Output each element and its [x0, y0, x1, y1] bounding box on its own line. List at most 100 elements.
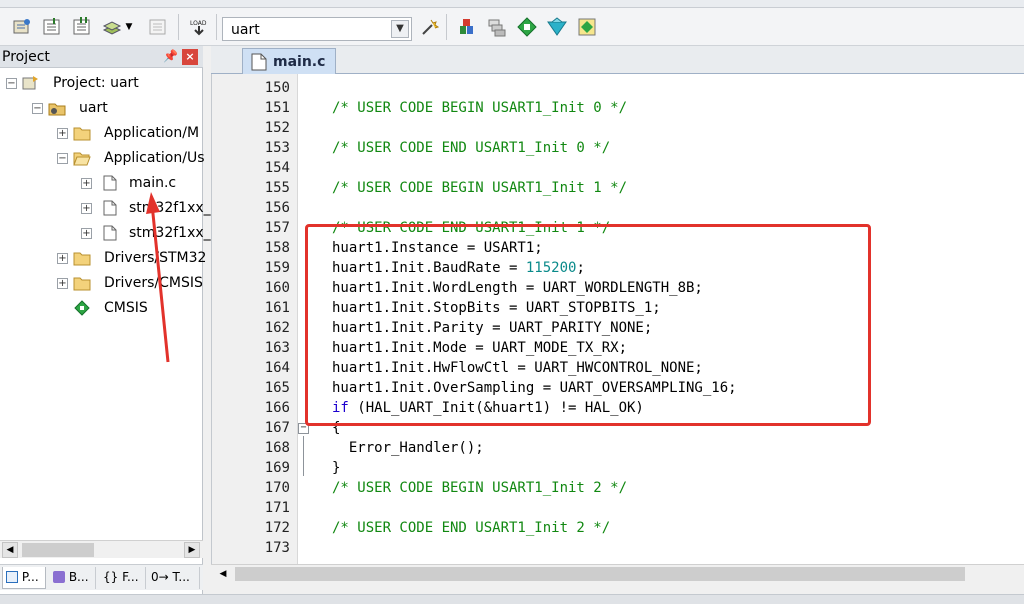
folder-icon	[73, 250, 91, 266]
code-text: Error_Handler();	[332, 440, 484, 456]
highlight-box	[305, 224, 871, 426]
close-icon[interactable]: ×	[182, 49, 198, 65]
file-extensions-icon[interactable]	[455, 15, 479, 39]
pack-manager-icon[interactable]	[575, 15, 599, 39]
tree-item[interactable]: + stm32f1xx_	[0, 198, 211, 220]
tree-item[interactable]: + Drivers/CMSIS	[0, 273, 203, 295]
folder-icon	[73, 275, 91, 291]
tree-item-label: main.c	[129, 175, 177, 191]
run-time-environment-icon[interactable]	[515, 15, 539, 39]
file-icon	[101, 175, 119, 191]
folder-open-icon	[73, 150, 91, 166]
code-line[interactable]: 153 /* USER CODE END USART1_Init 0 */	[212, 138, 1024, 158]
pin-icon[interactable]: 📌	[163, 49, 178, 63]
line-number: 170	[264, 480, 290, 496]
collapse-icon[interactable]: −	[32, 103, 43, 114]
tree-item[interactable]: − Application/Us	[0, 148, 204, 170]
code-line[interactable]: 172 /* USER CODE END USART1_Init 2 */	[212, 518, 1024, 538]
panel-tabs: P... B... {} F... 0→ T...	[0, 564, 203, 590]
line-number: 166	[264, 400, 290, 416]
code-line[interactable]: 171	[212, 498, 1024, 518]
svg-text:LOAD: LOAD	[190, 20, 207, 27]
stop-build-icon[interactable]	[146, 15, 170, 39]
line-number: 169	[264, 460, 290, 476]
scroll-thumb[interactable]	[22, 543, 94, 557]
options-for-target-icon[interactable]	[418, 15, 442, 39]
editor-horizontal-scrollbar[interactable]: ◀	[211, 564, 1024, 582]
code-line[interactable]: 168 Error_Handler();	[212, 438, 1024, 458]
expand-icon[interactable]: +	[81, 178, 92, 189]
line-number: 151	[264, 100, 290, 116]
code-line[interactable]: 151 /* USER CODE BEGIN USART1_Init 0 */	[212, 98, 1024, 118]
expand-icon[interactable]: +	[57, 278, 68, 289]
status-bar	[0, 594, 1024, 604]
tree-item[interactable]: + Application/M	[0, 123, 203, 145]
line-number: 153	[264, 140, 290, 156]
rebuild-icon[interactable]	[70, 15, 94, 39]
editor-tab-strip: main.c	[211, 46, 1024, 74]
line-number: 163	[264, 340, 290, 356]
tree-item[interactable]: + main.c	[0, 173, 203, 195]
scroll-right-icon[interactable]: ▶	[184, 542, 200, 558]
line-number: 158	[264, 240, 290, 256]
tree-item[interactable]: − uart	[0, 98, 203, 120]
scroll-left-icon[interactable]: ◀	[215, 566, 231, 582]
code-line[interactable]: 169}	[212, 458, 1024, 478]
code-line[interactable]: 156	[212, 198, 1024, 218]
cmsis-diamond-icon	[73, 300, 91, 316]
manage-components-icon[interactable]	[485, 15, 509, 39]
expand-icon[interactable]: +	[81, 228, 92, 239]
code-line[interactable]: 173	[212, 538, 1024, 558]
project-tab-icon	[6, 571, 18, 583]
code-comment: /* USER CODE BEGIN USART1_Init 1 */	[332, 180, 628, 196]
target-select[interactable]: uart ▼	[222, 17, 412, 41]
project-panel: Project 📌 × − Project: uart − uart + Applicat…	[0, 46, 211, 594]
line-number: 160	[264, 280, 290, 296]
tab-functions[interactable]: {} F...	[100, 567, 146, 589]
code-editor[interactable]: 150 151 /* USER CODE BEGIN USART1_Init 0 *…	[211, 74, 1024, 564]
download-icon[interactable]: LOAD	[187, 15, 211, 39]
code-comment: /* USER CODE END USART1_Init 0 */	[332, 140, 611, 156]
scroll-left-icon[interactable]: ◀	[2, 542, 18, 558]
line-number: 161	[264, 300, 290, 316]
tree-item[interactable]: + Drivers/STM32	[0, 248, 206, 270]
expand-icon[interactable]: +	[57, 128, 68, 139]
pack-installer-icon[interactable]	[545, 15, 569, 39]
tab-project[interactable]: P...	[2, 567, 46, 589]
tree-item[interactable]: + stm32f1xx_	[0, 223, 211, 245]
line-number: 156	[264, 200, 290, 216]
collapse-icon[interactable]: −	[57, 153, 68, 164]
project-horizontal-scrollbar[interactable]: ◀ ▶	[0, 540, 203, 558]
code-line[interactable]: 154	[212, 158, 1024, 178]
tab-templates[interactable]: 0→ T...	[148, 567, 200, 589]
tree-item[interactable]: CMSIS	[0, 298, 203, 320]
line-number: 159	[264, 260, 290, 276]
code-line[interactable]: 170 /* USER CODE BEGIN USART1_Init 2 */	[212, 478, 1024, 498]
file-icon	[101, 225, 119, 241]
folder-icon	[73, 125, 91, 141]
expand-icon[interactable]: +	[57, 253, 68, 264]
code-line[interactable]: 152	[212, 118, 1024, 138]
tree-item[interactable]: − Project: uart	[0, 73, 203, 95]
tree-item-label: Drivers/CMSIS	[104, 275, 203, 291]
expand-icon[interactable]: +	[81, 203, 92, 214]
tree-item-label: Application/M	[104, 125, 200, 141]
scroll-thumb[interactable]	[235, 567, 965, 581]
build-icon[interactable]	[40, 15, 64, 39]
tab-books[interactable]: B...	[50, 567, 96, 589]
file-icon	[251, 53, 267, 71]
line-number: 173	[264, 540, 290, 556]
tab-main-c[interactable]: main.c	[242, 48, 336, 74]
tree-item-label: Project: uart	[53, 75, 139, 91]
code-line[interactable]: 155 /* USER CODE BEGIN USART1_Init 1 */	[212, 178, 1024, 198]
line-number: 168	[264, 440, 290, 456]
chevron-down-icon[interactable]: ▼	[391, 20, 409, 38]
line-number: 165	[264, 380, 290, 396]
translate-icon[interactable]	[10, 15, 34, 39]
line-number: 157	[264, 220, 290, 236]
collapse-icon[interactable]: −	[6, 78, 17, 89]
batch-build-icon[interactable]	[100, 15, 124, 39]
batch-dropdown-icon[interactable]: ▼	[122, 15, 136, 39]
line-number: 171	[264, 500, 290, 516]
code-line[interactable]: 150	[212, 78, 1024, 98]
